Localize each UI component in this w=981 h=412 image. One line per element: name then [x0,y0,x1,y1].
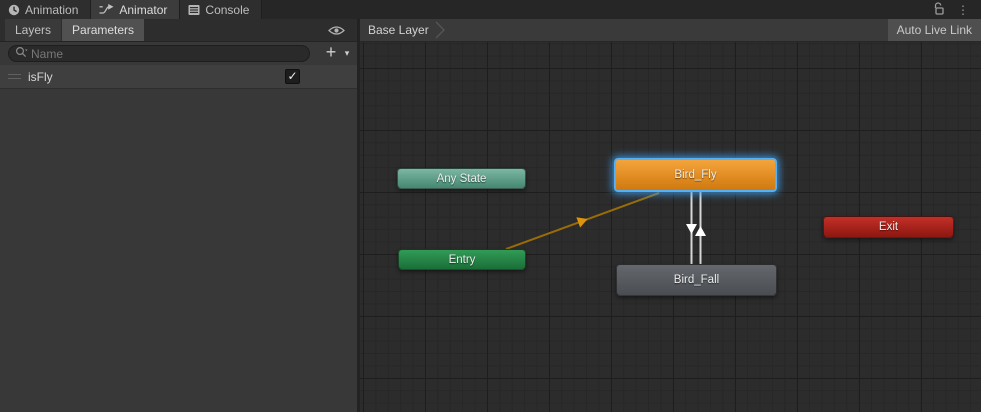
state-node-label: Bird_Fall [673,274,720,286]
tab-label: Animation [25,2,79,17]
console-icon [188,4,200,16]
tab-parameters[interactable]: Parameters [62,19,145,41]
eye-icon[interactable] [328,19,357,41]
add-parameter-button[interactable]: + [320,42,342,65]
state-node-label: Entry [448,253,476,266]
tab-label: Layers [15,23,52,37]
breadcrumb-base-layer[interactable]: Base Layer [360,23,435,37]
state-node-entry[interactable]: Entry [398,249,526,270]
state-node-label: Bird_Fly [674,169,717,181]
parameter-row-isfly[interactable]: isFly ✓ [0,65,357,89]
clock-icon [8,4,20,16]
tab-animator[interactable]: Animator [91,0,181,19]
search-input[interactable] [31,46,303,61]
tab-label: Console [205,2,250,17]
tab-animation[interactable]: Animation [0,0,92,19]
search-field[interactable] [8,45,310,62]
state-node-label: Any State [436,172,487,185]
animator-graph-canvas[interactable]: Any State Entry Bird_Fly Bird_Fall Exit [360,42,981,412]
tab-console[interactable]: Console [180,0,263,19]
state-node-label: Exit [878,221,899,233]
transition-entry-to-bird-fly[interactable] [505,192,660,250]
state-node-bird-fly[interactable]: Bird_Fly [614,158,777,192]
drag-handle-icon[interactable] [8,74,21,79]
parameter-name[interactable]: isFly [28,70,53,84]
auto-live-link-button[interactable]: Auto Live Link [887,19,981,41]
chevron-down-icon[interactable]: ▾ [341,42,353,65]
animator-icon [99,4,114,15]
kebab-menu-icon[interactable]: ⋮ [957,4,969,16]
parameter-search-row: + ▾ [0,42,357,65]
unlock-icon[interactable] [933,1,945,18]
state-node-bird-fall[interactable]: Bird_Fall [616,264,777,296]
parameter-bool-checkbox[interactable]: ✓ [285,69,300,84]
tab-label: Animator [119,2,168,17]
transition-bird-fall-to-bird-fly[interactable] [695,190,706,265]
window-tab-bar: Animation Animator Console ⋮ [0,0,981,19]
transition-bird-fly-to-bird-fall[interactable] [686,190,697,265]
window-controls: ⋮ [933,0,981,19]
state-node-exit[interactable]: Exit [823,216,954,238]
search-icon [15,46,28,62]
state-node-any-state[interactable]: Any State [397,168,526,189]
graph-toolbar: Base Layer Auto Live Link [360,19,981,42]
tab-layers[interactable]: Layers [5,19,62,41]
tab-label: Parameters [72,23,135,37]
sidebar-toolbar: Layers Parameters [0,19,357,42]
parameter-list-empty-area[interactable] [0,90,357,412]
breadcrumb-chevron-icon [435,20,445,40]
auto-live-link-label: Auto Live Link [896,23,972,37]
